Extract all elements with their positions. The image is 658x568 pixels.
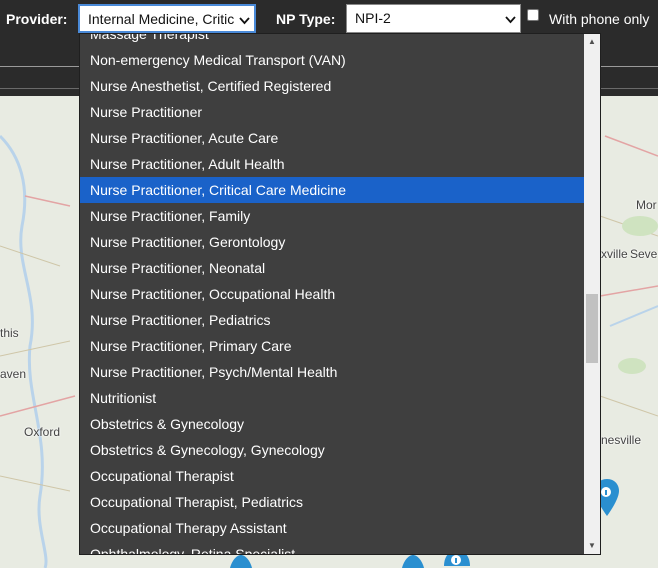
phone-only-checkbox[interactable]	[527, 9, 539, 21]
provider-option[interactable]: Nurse Practitioner, Occupational Health	[80, 281, 586, 307]
provider-options: Massage Therapist Non-emergency Medical …	[80, 34, 586, 554]
dropdown-scrollbar[interactable]: ▲ ▼	[584, 34, 600, 554]
map-place-label: aven	[0, 367, 27, 381]
provider-option[interactable]: Occupational Therapist, Pediatrics	[80, 489, 586, 515]
provider-option[interactable]: Nurse Practitioner, Psych/Mental Health	[80, 359, 586, 385]
map-place-label: Seve	[630, 247, 658, 261]
triangle-up-icon[interactable]: ▲	[584, 34, 600, 50]
map-place-label: this	[0, 326, 19, 340]
provider-option[interactable]: Nurse Practitioner	[80, 99, 586, 125]
provider-dropdown-list: Massage Therapist Non-emergency Medical …	[79, 33, 601, 555]
np-type-select-value: NPI-2	[355, 10, 391, 26]
np-type-label: NP Type:	[276, 11, 336, 27]
provider-option[interactable]: Obstetrics & Gynecology	[80, 411, 586, 437]
map-place-label: Mor	[636, 198, 657, 212]
provider-option[interactable]: Nurse Practitioner, Adult Health	[80, 151, 586, 177]
provider-option[interactable]: Nurse Practitioner, Acute Care	[80, 125, 586, 151]
provider-option[interactable]: Occupational Therapy Assistant	[80, 515, 586, 541]
provider-option[interactable]: Nurse Practitioner, Gerontology	[80, 229, 586, 255]
provider-option[interactable]: Occupational Therapist	[80, 463, 586, 489]
triangle-down-icon[interactable]: ▼	[584, 538, 600, 554]
provider-select[interactable]: Internal Medicine, Critic	[78, 4, 256, 33]
provider-option-selected[interactable]: Nurse Practitioner, Critical Care Medici…	[80, 177, 586, 203]
np-type-select[interactable]: NPI-2	[346, 4, 521, 33]
provider-option[interactable]: Obstetrics & Gynecology, Gynecology	[80, 437, 586, 463]
provider-option[interactable]: Nurse Practitioner, Pediatrics	[80, 307, 586, 333]
phone-only-label[interactable]: With phone only	[549, 11, 649, 27]
map-place-label: nesville	[601, 433, 642, 447]
provider-option[interactable]: Nurse Practitioner, Primary Care	[80, 333, 586, 359]
map-place-label: Oxford	[24, 425, 61, 439]
provider-option[interactable]: Nurse Practitioner, Family	[80, 203, 586, 229]
map-place-label: xville	[601, 247, 628, 261]
scrollbar-thumb[interactable]	[586, 294, 598, 363]
provider-option[interactable]: Ophthalmology, Retina Specialist	[80, 541, 586, 554]
provider-label: Provider:	[6, 11, 68, 27]
provider-option[interactable]: Massage Therapist	[80, 34, 586, 47]
provider-select-value: Internal Medicine, Critic	[88, 11, 235, 27]
provider-option[interactable]: Non-emergency Medical Transport (VAN)	[80, 47, 586, 73]
chevron-down-icon	[505, 16, 516, 24]
provider-option[interactable]: Nurse Anesthetist, Certified Registered	[80, 73, 586, 99]
provider-option[interactable]: Nutritionist	[80, 385, 586, 411]
chevron-down-icon	[239, 17, 250, 25]
provider-option[interactable]: Nurse Practitioner, Neonatal	[80, 255, 586, 281]
